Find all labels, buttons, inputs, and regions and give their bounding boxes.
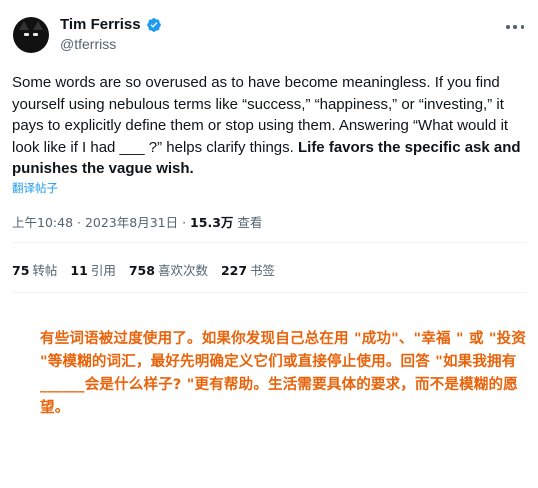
engagement-stats: 75 转帖 11 引用 758 喜欢次数 227 书签	[12, 260, 275, 279]
quotes-label: 引用	[90, 263, 116, 278]
view-count: 15.3万	[190, 215, 234, 230]
translate-post-link[interactable]: 翻译帖子	[12, 180, 58, 196]
likes-label: 喜欢次数	[157, 263, 208, 278]
retweets-label: 转帖	[32, 263, 58, 278]
likes-stat[interactable]: 758 喜欢次数	[129, 260, 208, 279]
quotes-count: 11	[70, 263, 88, 278]
cat-eye-right	[33, 33, 38, 36]
author-name-row: Tim Ferriss	[60, 16, 162, 33]
bookmarks-stat[interactable]: 227 书签	[221, 260, 275, 279]
retweets-count: 75	[12, 263, 30, 278]
verified-badge-icon	[146, 17, 161, 32]
divider	[12, 292, 526, 293]
tweet-timestamp[interactable]: 上午10:48 · 2023年8月31日 ·	[12, 215, 190, 230]
quotes-stat[interactable]: 11 引用	[70, 260, 115, 279]
bookmarks-count: 227	[220, 263, 248, 278]
divider	[12, 242, 526, 243]
tweet-text: Some words are so overused as to have be…	[12, 72, 527, 180]
cat-ear-left	[19, 21, 29, 30]
cat-ear-right	[33, 21, 43, 30]
bookmarks-label: 书签	[250, 263, 276, 278]
more-dot	[520, 25, 524, 29]
more-options-icon[interactable]	[506, 18, 524, 36]
avatar[interactable]	[13, 17, 49, 53]
author-handle[interactable]: @tferriss	[60, 36, 116, 52]
view-label: 查看	[233, 215, 263, 230]
likes-count: 758	[128, 263, 155, 278]
translation-annotation: 有些词语被过度使用了。如果你发现自己总在用 "成功"、"幸福 " 或 "投资 "…	[40, 331, 527, 416]
retweets-stat[interactable]: 75 转帖	[12, 260, 57, 279]
tweet-meta: 上午10:48 · 2023年8月31日 · 15.3万 查看	[12, 212, 262, 231]
more-dot	[506, 25, 510, 29]
author-display-name[interactable]: Tim Ferriss	[60, 16, 141, 33]
more-dot	[513, 25, 517, 29]
cat-eye-left	[24, 33, 29, 36]
